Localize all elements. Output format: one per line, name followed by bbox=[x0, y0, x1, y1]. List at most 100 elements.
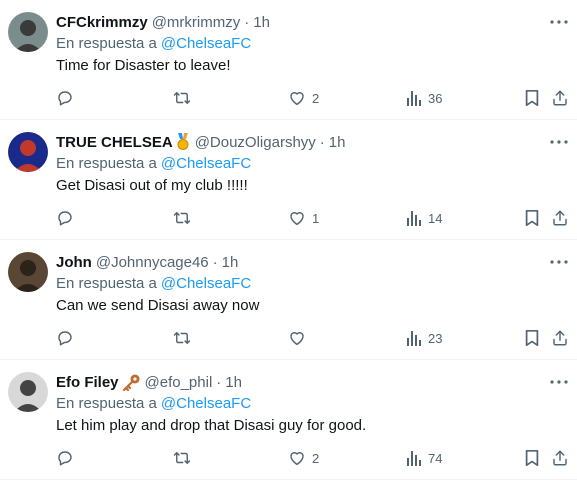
views-icon bbox=[407, 91, 421, 106]
retweet-button[interactable] bbox=[172, 208, 192, 228]
share-icon bbox=[553, 210, 567, 226]
more-icon[interactable] bbox=[549, 14, 569, 30]
timestamp[interactable]: 1h bbox=[253, 14, 270, 31]
like-icon bbox=[290, 332, 304, 346]
replying-label: En respuesta a bbox=[56, 395, 157, 412]
separator-dot: · bbox=[212, 253, 218, 271]
replying-label: En respuesta a bbox=[56, 275, 157, 292]
share-button[interactable] bbox=[551, 328, 569, 348]
author-name[interactable]: Efo Filey bbox=[56, 374, 119, 391]
reply-icon bbox=[58, 211, 72, 226]
retweet-button[interactable] bbox=[172, 328, 192, 348]
share-icon bbox=[553, 90, 567, 106]
share-icon bbox=[553, 330, 567, 346]
like-icon bbox=[290, 92, 304, 106]
like-count: 1 bbox=[312, 210, 320, 226]
views-button[interactable]: 36 bbox=[406, 88, 442, 108]
like-count: 2 bbox=[312, 450, 320, 466]
replying-to: En respuesta a @ChelseaFC bbox=[56, 395, 251, 412]
view-count: 23 bbox=[428, 330, 443, 346]
views-button[interactable]: 14 bbox=[406, 208, 442, 228]
retweet-icon bbox=[173, 92, 191, 104]
author-handle[interactable]: @efo_phil bbox=[145, 374, 213, 391]
retweet-icon bbox=[173, 212, 191, 224]
reply-icon bbox=[58, 451, 72, 466]
author-handle[interactable]: @DouzOligarshyy bbox=[195, 134, 316, 151]
author-name[interactable]: John bbox=[56, 254, 92, 271]
timestamp[interactable]: 1h bbox=[222, 254, 239, 271]
like-button[interactable]: 2 bbox=[288, 448, 319, 468]
like-count: 2 bbox=[312, 90, 320, 106]
replying-to: En respuesta a @ChelseaFC bbox=[56, 35, 251, 52]
more-icon[interactable] bbox=[549, 374, 569, 390]
reply-button[interactable] bbox=[56, 448, 74, 468]
bookmark-button[interactable] bbox=[524, 328, 540, 348]
avatar[interactable] bbox=[8, 252, 48, 292]
views-icon bbox=[407, 211, 421, 226]
bookmark-button[interactable] bbox=[524, 448, 540, 468]
avatar[interactable] bbox=[8, 132, 48, 172]
bookmark-button[interactable] bbox=[524, 88, 540, 108]
separator-dot: · bbox=[319, 133, 325, 151]
reply-button[interactable] bbox=[56, 208, 74, 228]
like-icon bbox=[290, 212, 304, 226]
reply-button[interactable] bbox=[56, 328, 74, 348]
share-button[interactable] bbox=[551, 208, 569, 228]
bookmark-icon bbox=[525, 329, 539, 347]
reply-button[interactable] bbox=[56, 88, 74, 108]
author-name[interactable]: TRUE CHELSEA bbox=[56, 134, 173, 151]
retweet-button[interactable] bbox=[172, 88, 192, 108]
mention-link[interactable]: @ChelseaFC bbox=[161, 155, 251, 172]
reply-tweet[interactable]: John @Johnnycage46 · 1h En respuesta a @C… bbox=[0, 240, 577, 360]
key-icon bbox=[121, 373, 141, 391]
tweet-text: Time for Disaster to leave! bbox=[56, 57, 231, 74]
reply-tweet[interactable]: TRUE CHELSEA @DouzOligarshyy · 1h En res… bbox=[0, 120, 577, 240]
more-icon[interactable] bbox=[549, 254, 569, 270]
replying-label: En respuesta a bbox=[56, 35, 157, 52]
replying-label: En respuesta a bbox=[56, 155, 157, 172]
action-bar: 1 14 bbox=[54, 208, 574, 228]
like-button[interactable] bbox=[288, 328, 312, 348]
bookmark-icon bbox=[525, 89, 539, 107]
author-handle[interactable]: @Johnnycage46 bbox=[96, 254, 209, 271]
timestamp[interactable]: 1h bbox=[225, 374, 242, 391]
bookmark-icon bbox=[525, 449, 539, 467]
reply-icon bbox=[58, 331, 72, 346]
view-count: 14 bbox=[428, 210, 443, 226]
action-bar: 2 36 bbox=[54, 88, 574, 108]
reply-tweet[interactable]: CFCkrimmzy @mrkrimmzy · 1h En respuesta … bbox=[0, 0, 577, 120]
share-button[interactable] bbox=[551, 448, 569, 468]
views-icon bbox=[407, 451, 421, 466]
mention-link[interactable]: @ChelseaFC bbox=[161, 275, 251, 292]
more-icon[interactable] bbox=[549, 134, 569, 150]
retweet-icon bbox=[173, 452, 191, 464]
share-icon bbox=[553, 450, 567, 466]
timestamp[interactable]: 1h bbox=[329, 134, 346, 151]
separator-dot: · bbox=[216, 373, 222, 391]
tweet-text: Get Disasi out of my club !!!!! bbox=[56, 177, 248, 194]
views-button[interactable]: 23 bbox=[406, 328, 442, 348]
separator-dot: · bbox=[244, 13, 250, 31]
like-button[interactable]: 2 bbox=[288, 88, 319, 108]
bookmark-button[interactable] bbox=[524, 208, 540, 228]
retweet-button[interactable] bbox=[172, 448, 192, 468]
view-count: 74 bbox=[428, 450, 443, 466]
share-button[interactable] bbox=[551, 88, 569, 108]
reply-tweet[interactable]: Efo Filey @efo_phil · 1h En respuesta a @… bbox=[0, 360, 577, 480]
author-name[interactable]: CFCkrimmzy bbox=[56, 14, 148, 31]
tweet-text: Let him play and drop that Disasi guy fo… bbox=[56, 417, 367, 434]
action-bar: 2 74 bbox=[54, 448, 574, 468]
views-button[interactable]: 74 bbox=[406, 448, 442, 468]
replies-list: CFCkrimmzy @mrkrimmzy · 1h En respuesta … bbox=[0, 0, 577, 480]
retweet-icon bbox=[173, 332, 191, 344]
reply-icon bbox=[58, 91, 72, 106]
mention-link[interactable]: @ChelseaFC bbox=[161, 35, 251, 52]
avatar[interactable] bbox=[8, 12, 48, 52]
author-handle[interactable]: @mrkrimmzy bbox=[152, 14, 241, 31]
views-icon bbox=[407, 331, 421, 346]
replying-to: En respuesta a @ChelseaFC bbox=[56, 155, 251, 172]
medal-icon bbox=[175, 133, 191, 151]
avatar[interactable] bbox=[8, 372, 48, 412]
like-button[interactable]: 1 bbox=[288, 208, 319, 228]
mention-link[interactable]: @ChelseaFC bbox=[161, 395, 251, 412]
